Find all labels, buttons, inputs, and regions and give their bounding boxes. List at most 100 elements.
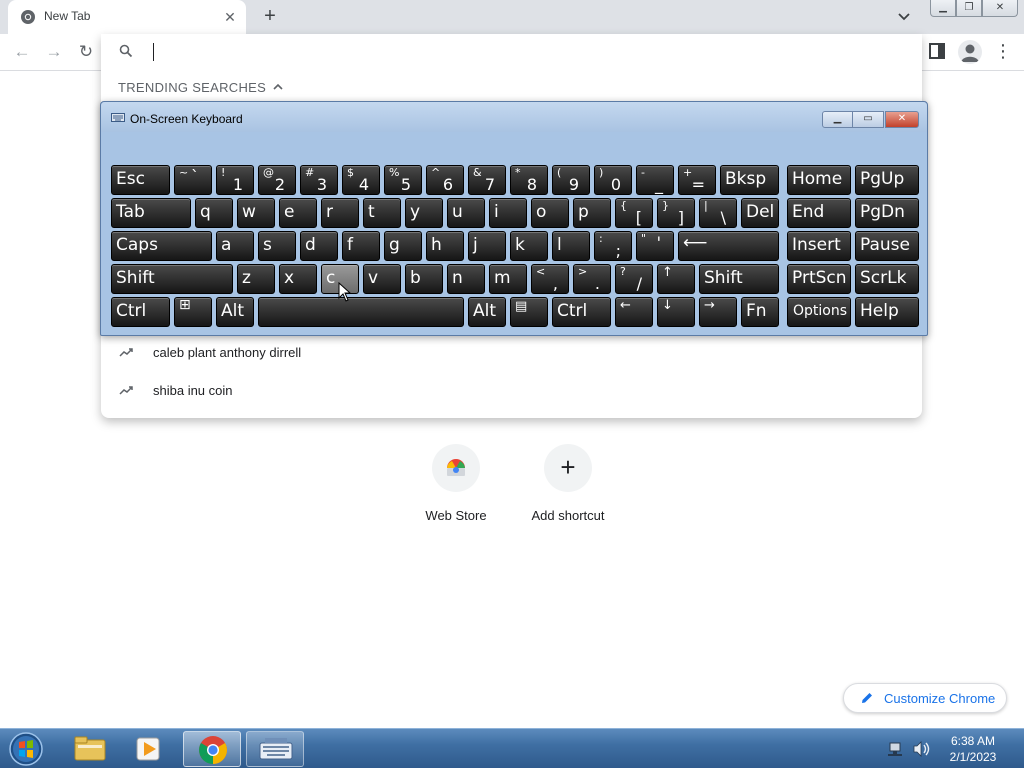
key-right-alt[interactable]: Alt [468, 297, 506, 327]
key-s[interactable]: s [258, 231, 296, 261]
key-2[interactable]: @2 [258, 165, 296, 195]
key-backspace[interactable]: Bksp [720, 165, 779, 195]
taskbar-media-player[interactable] [120, 731, 178, 767]
key-o[interactable]: o [531, 198, 569, 228]
key-space[interactable] [258, 297, 464, 327]
key-7[interactable]: & 7 [468, 165, 506, 195]
key-1[interactable]: ! 1 [216, 165, 254, 195]
key-scrlk[interactable]: ScrLk [855, 264, 919, 294]
reload-button[interactable]: ↻ [75, 41, 97, 63]
key-help[interactable]: Help [855, 297, 919, 327]
chrome-menu-button[interactable]: ⋮ [994, 40, 1012, 64]
key-fn[interactable]: Fn [741, 297, 779, 327]
taskbar-on-screen-keyboard[interactable] [246, 731, 304, 767]
key-prtscn[interactable]: PrtScn [787, 264, 851, 294]
key-up-arrow[interactable]: ↑ [657, 264, 695, 294]
key-right-ctrl[interactable]: Ctrl [552, 297, 611, 327]
window-restore-button[interactable]: ❐ [956, 0, 982, 17]
key-u[interactable]: u [447, 198, 485, 228]
key-enter[interactable]: ⟵ [678, 231, 779, 261]
key-k[interactable]: k [510, 231, 548, 261]
osk-close-button[interactable]: ✕ [885, 111, 919, 128]
tab-search-chevron-icon[interactable] [893, 7, 915, 27]
taskbar-chrome[interactable] [183, 731, 241, 767]
key-end[interactable]: End [787, 198, 851, 228]
key-z[interactable]: z [237, 264, 275, 294]
key-menu[interactable]: ▤ [510, 297, 548, 327]
key-slash[interactable]: ? / [615, 264, 653, 294]
key-equals[interactable]: + = [678, 165, 716, 195]
key-insert[interactable]: Insert [787, 231, 851, 261]
key-esc[interactable]: Esc [111, 165, 170, 195]
key-m[interactable]: m [489, 264, 527, 294]
window-minimize-button[interactable]: ▁ [930, 0, 956, 17]
key-x[interactable]: x [279, 264, 317, 294]
trending-searches-header[interactable]: TRENDING SEARCHES [118, 80, 266, 95]
tab-new-tab[interactable]: New Tab ✕ [8, 0, 246, 34]
key-8[interactable]: * 8 [510, 165, 548, 195]
key-pgup[interactable]: PgUp [855, 165, 919, 195]
shortcut-add[interactable]: + Add shortcut [512, 444, 624, 530]
key-4[interactable]: $4 [342, 165, 380, 195]
key-right-bracket[interactable]: }] [657, 198, 695, 228]
key-left-arrow[interactable]: ← [615, 297, 653, 327]
customize-chrome-button[interactable]: Customize Chrome [843, 683, 1007, 713]
key-6[interactable]: ^ 6 [426, 165, 464, 195]
key-right-shift[interactable]: Shift [699, 264, 779, 294]
key-comma[interactable]: <, [531, 264, 569, 294]
key-quote[interactable]: " ' [636, 231, 674, 261]
key-h[interactable]: h [426, 231, 464, 261]
forward-button[interactable]: → [43, 41, 65, 63]
key-g[interactable]: g [384, 231, 422, 261]
volume-icon[interactable] [913, 741, 930, 757]
key-period[interactable]: >. [573, 264, 611, 294]
tab-close-icon[interactable]: ✕ [220, 7, 240, 27]
osk-minimize-button[interactable]: ▁ [822, 111, 853, 128]
key-w[interactable]: w [237, 198, 275, 228]
key-j[interactable]: j [468, 231, 506, 261]
suggestion-item[interactable]: shiba inu coin [101, 372, 922, 410]
key-home[interactable]: Home [787, 165, 851, 195]
key-t[interactable]: t [363, 198, 401, 228]
key-backslash[interactable]: | \ [699, 198, 737, 228]
osk-maximize-button[interactable]: ▭ [853, 111, 884, 128]
key-i[interactable]: i [489, 198, 527, 228]
key-tab[interactable]: Tab [111, 198, 191, 228]
key-b[interactable]: b [405, 264, 443, 294]
network-icon[interactable] [888, 742, 902, 756]
osk-title-bar[interactable]: On-Screen Keyboard ▁ ▭ ✕ [101, 102, 927, 132]
key-left-alt[interactable]: Alt [216, 297, 254, 327]
key-windows[interactable]: ⊞ [174, 297, 212, 327]
profile-avatar[interactable] [958, 40, 982, 64]
window-close-button[interactable]: ✕ [982, 0, 1018, 17]
key-left-ctrl[interactable]: Ctrl [111, 297, 170, 327]
side-panel-icon[interactable] [928, 42, 946, 60]
key-5[interactable]: % 5 [384, 165, 422, 195]
start-button[interactable] [6, 731, 46, 767]
key-q[interactable]: q [195, 198, 233, 228]
key-options[interactable]: Options [787, 297, 851, 327]
key-d[interactable]: d [300, 231, 338, 261]
omnibox-input[interactable] [151, 40, 851, 64]
key-pause[interactable]: Pause [855, 231, 919, 261]
key-a[interactable]: a [216, 231, 254, 261]
key-minus[interactable]: - _ [636, 165, 674, 195]
key-left-shift[interactable]: Shift [111, 264, 233, 294]
key-r[interactable]: r [321, 198, 359, 228]
key-pgdn[interactable]: PgDn [855, 198, 919, 228]
key-9[interactable]: (9 [552, 165, 590, 195]
key-n[interactable]: n [447, 264, 485, 294]
new-tab-button[interactable]: + [258, 5, 282, 29]
key-y[interactable]: y [405, 198, 443, 228]
chevron-up-icon[interactable] [272, 81, 284, 93]
key-right-arrow[interactable]: → [699, 297, 737, 327]
key-caps[interactable]: Caps [111, 231, 212, 261]
key-l[interactable]: l [552, 231, 590, 261]
key-p[interactable]: p [573, 198, 611, 228]
key-v[interactable]: v [363, 264, 401, 294]
key-3[interactable]: #3 [300, 165, 338, 195]
shortcut-web-store[interactable]: Web Store [400, 444, 512, 530]
key-down-arrow[interactable]: ↓ [657, 297, 695, 327]
back-button[interactable]: ← [11, 41, 33, 63]
key-semicolon[interactable]: :; [594, 231, 632, 261]
